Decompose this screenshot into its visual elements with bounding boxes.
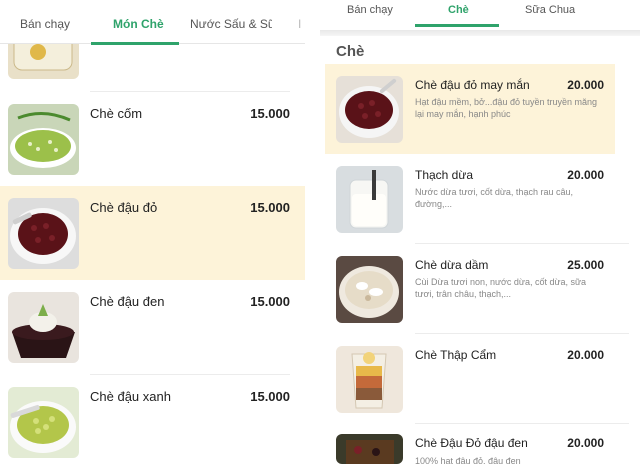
item-description: 100% hạt đậu đỏ, đậu đen <box>415 456 521 464</box>
list-item[interactable]: Chè Đậu Đỏ đậu đen 20.000 100% hạt đậu đ… <box>325 424 615 464</box>
list-item[interactable]: Thạch dừa 20.000 Nước dừa tươi, cốt dừa,… <box>325 154 615 244</box>
category-tabs: Bán chạy Món Chè Nước Sấu & Sữa... I <box>0 0 305 45</box>
tab-nuoc-sau-sua[interactable]: Nước Sấu & Sữa... <box>190 0 272 44</box>
item-price: 20.000 <box>567 168 604 182</box>
item-thumbnail <box>8 198 79 269</box>
list-item[interactable]: Chè đậu đen 15.000 <box>0 280 305 374</box>
item-name: Chè đậu đỏ may mắn <box>415 78 530 92</box>
left-panel: Bán chạy Món Chè Nước Sấu & Sữa... I Chè… <box>0 0 305 464</box>
item-price: 15.000 <box>250 389 290 404</box>
item-price: 20.000 <box>567 436 604 450</box>
section-title: Chè <box>336 43 365 60</box>
item-name: Chè đậu xanh <box>90 389 171 404</box>
item-name: Thạch dừa <box>415 168 474 182</box>
item-price: 25.000 <box>567 258 604 272</box>
item-price: 15.000 <box>250 106 290 121</box>
panel-gutter <box>305 0 320 464</box>
active-tab-indicator <box>415 24 499 27</box>
item-name: Chè Đậu Đỏ đậu đen <box>415 436 528 450</box>
list-item[interactable]: Chè Thập Cẩm 20.000 <box>325 334 615 424</box>
item-description: Nước dừa tươi, cốt dừa, thạch rau câu, đ… <box>415 187 573 209</box>
right-panel: Bán chạy Chè Sữa Chua Chè Chè đậu đỏ may… <box>320 0 640 464</box>
item-price: 15.000 <box>250 294 290 309</box>
list-item[interactable]: Chè đậu xanh 15.000 <box>0 375 305 464</box>
item-thumbnail <box>336 434 403 464</box>
item-name: Chè dừa dầm <box>415 258 489 272</box>
list-item[interactable]: Chè cốm 15.000 <box>0 92 305 184</box>
item-price: 20.000 <box>567 78 604 92</box>
category-tabs: Bán chạy Chè Sữa Chua <box>320 0 640 32</box>
item-thumbnail <box>336 346 403 413</box>
item-name: Chè đậu đen <box>90 294 165 309</box>
item-name: Chè đậu đỏ <box>90 200 158 215</box>
tab-mon-che[interactable]: Món Chè <box>113 0 173 44</box>
active-tab-indicator <box>91 42 179 45</box>
tab-ban-chay[interactable]: Bán chạy <box>347 0 407 30</box>
item-thumbnail <box>336 76 403 143</box>
tab-ban-chay[interactable]: Bán chạy <box>20 0 80 44</box>
tab-overflow[interactable]: I <box>298 0 305 44</box>
list-item-selected[interactable]: Chè đậu đỏ 15.000 <box>0 186 305 280</box>
tab-sua-chua[interactable]: Sữa Chua <box>525 0 585 30</box>
item-thumbnail <box>336 256 403 323</box>
item-description: Cùi Dừa tươi non, nước dừa, cốt dừa, sữa… <box>415 277 587 299</box>
item-description: Hạt đậu mềm, bở...đậu đỏ tuyền truyền mă… <box>415 97 598 119</box>
tabs-shadow <box>320 30 640 36</box>
list-item-selected[interactable]: Chè đậu đỏ may mắn 20.000 Hạt đậu mềm, b… <box>325 64 615 154</box>
list-item[interactable]: Chè dừa dầm 25.000 Cùi Dừa tươi non, nướ… <box>325 244 615 334</box>
item-price: 20.000 <box>567 348 604 362</box>
item-thumbnail <box>8 387 79 458</box>
item-thumbnail <box>8 292 79 363</box>
item-price: 15.000 <box>250 200 290 215</box>
item-thumbnail <box>8 104 79 175</box>
item-thumbnail <box>336 166 403 233</box>
item-name: Chè Thập Cẩm <box>415 348 497 362</box>
item-name: Chè cốm <box>90 106 143 121</box>
